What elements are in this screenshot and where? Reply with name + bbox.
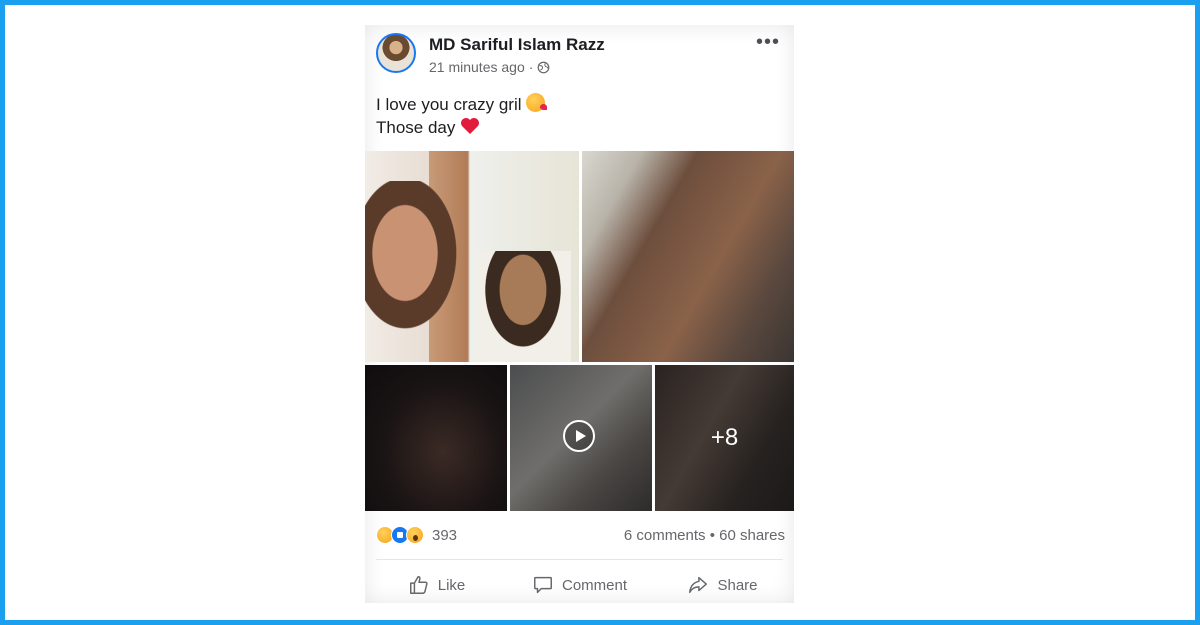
facebook-post: MD Sariful Islam Razz 21 minutes ago · •… <box>365 25 794 603</box>
divider <box>376 559 783 560</box>
like-label: Like <box>437 576 466 594</box>
author-avatar[interactable] <box>376 33 416 73</box>
share-label: Share <box>717 576 758 594</box>
post-meta: 21 minutes ago · <box>429 59 550 75</box>
wow-icon <box>406 526 424 544</box>
photo-2[interactable] <box>582 151 794 362</box>
post-header: MD Sariful Islam Razz 21 minutes ago · •… <box>365 25 794 95</box>
photo-grid: +8 <box>365 149 794 511</box>
more-photos-count: +8 <box>710 424 739 451</box>
comment-button[interactable]: Comment <box>508 571 651 599</box>
more-options-button[interactable]: ••• <box>756 31 780 54</box>
photo-1-subject-right <box>475 251 571 362</box>
photo-3[interactable] <box>365 365 507 511</box>
comment-bubble-icon <box>534 576 552 594</box>
post-caption: I love you crazy gril Those day <box>376 93 548 139</box>
meta-separator: · <box>528 59 534 75</box>
play-icon[interactable] <box>563 420 595 452</box>
post-time[interactable]: 21 minutes ago <box>429 59 525 75</box>
action-bar: Like Comment Share <box>365 571 794 599</box>
like-button[interactable]: Like <box>365 571 508 599</box>
photo-5-more[interactable]: +8 <box>655 365 794 511</box>
share-button[interactable]: Share <box>651 571 794 599</box>
photo-1[interactable] <box>365 151 579 362</box>
post-stats: 393 6 comments • 60 shares <box>365 523 794 549</box>
caption-line-1: I love you crazy gril <box>376 93 548 116</box>
reaction-count: 393 <box>432 526 458 544</box>
video-thumbnail[interactable] <box>510 365 652 511</box>
globe-icon <box>538 61 550 73</box>
caption-line-2: Those day <box>376 116 545 139</box>
red-heart-emoji-icon <box>461 118 480 134</box>
kiss-wink-emoji-icon <box>526 93 548 112</box>
caption-text-1: I love you crazy gril <box>376 95 522 114</box>
reactions-summary[interactable]: 393 <box>376 526 457 544</box>
author-name[interactable]: MD Sariful Islam Razz <box>429 35 605 55</box>
comment-label: Comment <box>561 576 628 594</box>
share-arrow-icon <box>689 576 708 594</box>
thumbs-up-icon <box>409 576 428 594</box>
photo-1-subject-left <box>365 181 465 341</box>
comments-shares-count[interactable]: 6 comments • 60 shares <box>624 527 785 544</box>
caption-text-2: Those day <box>376 118 456 137</box>
